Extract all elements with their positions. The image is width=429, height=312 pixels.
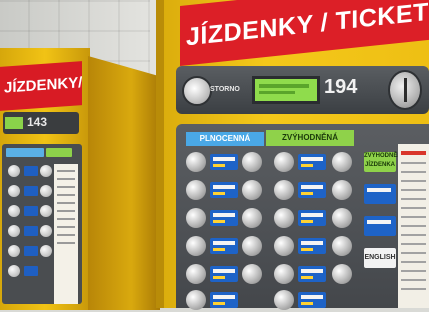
left-machine-display: 143 bbox=[3, 112, 79, 134]
left-machine-banner: JÍZDENKY/TICKETS bbox=[0, 61, 82, 111]
ticket-button[interactable] bbox=[186, 236, 206, 256]
header-full-fare: PLNOCENNÁ bbox=[186, 132, 264, 146]
ticket-button[interactable] bbox=[186, 180, 206, 200]
header-discount-fare: ZVÝHODNĚNÁ bbox=[266, 130, 354, 146]
ticket-button[interactable] bbox=[332, 152, 352, 172]
ticket-button[interactable] bbox=[242, 208, 262, 228]
info-sticker bbox=[398, 144, 429, 308]
left-ticket-tag bbox=[24, 266, 38, 276]
ticket-tag bbox=[210, 182, 238, 198]
left-ticket-tag bbox=[24, 206, 38, 216]
left-ticket-button[interactable] bbox=[8, 225, 20, 237]
side-ticket-button[interactable] bbox=[364, 216, 396, 236]
left-ticket-row[interactable] bbox=[8, 184, 52, 198]
left-ticket-button[interactable] bbox=[40, 185, 52, 197]
left-ticket-button[interactable] bbox=[8, 185, 20, 197]
ticket-button[interactable] bbox=[242, 180, 262, 200]
left-button-panel bbox=[2, 144, 82, 304]
left-ticket-button[interactable] bbox=[40, 205, 52, 217]
ticket-button[interactable] bbox=[186, 290, 206, 310]
right-machine-banner: JÍZDENKY / TICKETS bbox=[180, 0, 429, 66]
ticket-button[interactable] bbox=[274, 236, 294, 256]
ticket-button[interactable] bbox=[242, 264, 262, 284]
side-ticket-button[interactable] bbox=[364, 184, 396, 204]
ticket-tag bbox=[298, 238, 326, 254]
ticket-tag bbox=[210, 154, 238, 170]
left-ticket-button[interactable] bbox=[8, 245, 20, 257]
left-ticket-tag bbox=[24, 226, 38, 236]
ticket-button[interactable] bbox=[274, 264, 294, 284]
ticket-row bbox=[186, 236, 358, 258]
ticket-button[interactable] bbox=[332, 180, 352, 200]
ticket-button[interactable] bbox=[186, 152, 206, 172]
ticket-button[interactable] bbox=[242, 236, 262, 256]
left-price-readout: 143 bbox=[27, 115, 48, 129]
ticket-button[interactable] bbox=[332, 236, 352, 256]
price-readout: 194 bbox=[324, 76, 358, 98]
right-button-panel: PLNOCENNÁ ZVÝHODNĚNÁ ZVÝHODNĚNÁ JÍZDENKA bbox=[176, 124, 429, 310]
left-ticket-button[interactable] bbox=[40, 165, 52, 177]
right-ticket-machine: JÍZDENKY / TICKETS STORNO 194 PLNOCENNÁ … bbox=[156, 0, 429, 310]
ticket-row bbox=[186, 290, 358, 312]
left-ticket-tag bbox=[24, 186, 38, 196]
ticket-button[interactable] bbox=[242, 152, 262, 172]
ticket-tag bbox=[210, 210, 238, 226]
ticket-button[interactable] bbox=[332, 208, 352, 228]
left-ticket-button[interactable] bbox=[8, 265, 20, 277]
ticket-row bbox=[186, 180, 358, 202]
left-header-discount bbox=[46, 148, 72, 157]
left-lcd-screen bbox=[5, 117, 23, 129]
ticket-tag bbox=[298, 154, 326, 170]
ticket-button[interactable] bbox=[332, 264, 352, 284]
ticket-button[interactable] bbox=[274, 180, 294, 200]
ticket-tag bbox=[210, 238, 238, 254]
ticket-button[interactable] bbox=[186, 208, 206, 228]
ticket-row bbox=[186, 264, 358, 286]
left-ticket-row[interactable] bbox=[8, 244, 52, 258]
left-ticket-button[interactable] bbox=[8, 165, 20, 177]
discount-ticket-button[interactable]: ZVÝHODNĚNÁ JÍZDENKA bbox=[364, 152, 406, 172]
left-ticket-tag bbox=[24, 166, 38, 176]
english-button[interactable]: ENGLISH bbox=[364, 248, 396, 268]
right-machine-edge bbox=[156, 0, 164, 308]
left-ticket-button[interactable] bbox=[40, 225, 52, 237]
ticket-tag bbox=[298, 210, 326, 226]
right-machine-display: STORNO 194 bbox=[176, 66, 429, 114]
left-ticket-row[interactable] bbox=[8, 264, 50, 278]
ticket-button[interactable] bbox=[186, 264, 206, 284]
ticket-tag bbox=[298, 292, 326, 308]
ticket-tag bbox=[210, 266, 238, 282]
ticket-tag bbox=[210, 292, 238, 308]
left-ticket-row[interactable] bbox=[8, 224, 52, 238]
left-info-sticker bbox=[54, 164, 78, 304]
left-ticket-tag bbox=[24, 246, 38, 256]
storno-button[interactable] bbox=[182, 76, 212, 106]
ticket-row bbox=[186, 152, 358, 174]
left-ticket-row[interactable] bbox=[8, 204, 52, 218]
left-ticket-button[interactable] bbox=[8, 205, 20, 217]
left-ticket-machine: JÍZDENKY/TICKETS 143 bbox=[0, 48, 160, 310]
ticket-tag bbox=[298, 182, 326, 198]
left-header-full-fare bbox=[6, 148, 44, 157]
left-machine-side bbox=[88, 56, 160, 310]
lcd-screen bbox=[252, 76, 320, 104]
coin-slot[interactable] bbox=[388, 70, 422, 110]
ticket-button[interactable] bbox=[274, 290, 294, 310]
left-ticket-button[interactable] bbox=[40, 245, 52, 257]
ticket-tag bbox=[298, 266, 326, 282]
left-ticket-row[interactable] bbox=[8, 164, 52, 178]
ticket-row bbox=[186, 208, 358, 230]
ticket-button[interactable] bbox=[274, 208, 294, 228]
ticket-button[interactable] bbox=[274, 152, 294, 172]
storno-label: STORNO bbox=[210, 86, 240, 93]
